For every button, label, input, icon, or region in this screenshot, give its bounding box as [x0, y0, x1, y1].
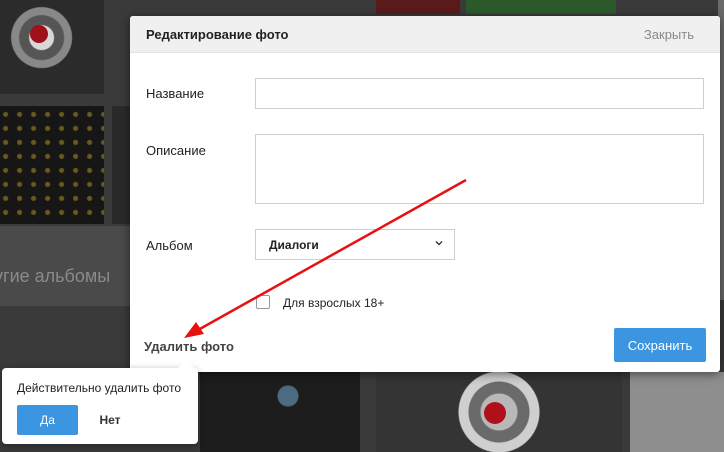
delete-confirm-popover: Действительно удалить фото Да Нет: [2, 360, 198, 444]
photo-thumbnail: [0, 106, 104, 224]
photo-thumbnail: [112, 106, 132, 224]
adult-content-checkbox[interactable]: [256, 295, 270, 309]
close-button[interactable]: Закрыть: [644, 27, 694, 42]
adult-content-label: Для взрослых 18+: [283, 296, 385, 310]
photo-thumbnail: [200, 372, 360, 452]
photo-thumbnail: [466, 0, 616, 14]
save-button[interactable]: Сохранить: [614, 328, 706, 362]
confirm-message: Действительно удалить фото: [17, 381, 181, 395]
chevron-down-icon: [435, 241, 443, 246]
photo-thumbnail: [376, 0, 460, 14]
album-label: Альбом: [146, 238, 193, 253]
popover-pointer: [178, 360, 194, 368]
photo-thumbnail: [0, 0, 104, 94]
description-input[interactable]: [255, 134, 704, 204]
other-albums-label: угие альбомы: [0, 266, 111, 286]
name-label: Название: [146, 86, 205, 101]
description-label: Описание: [146, 143, 206, 158]
edit-photo-dialog: Редактирование фото Закрыть Название Опи…: [130, 16, 720, 372]
photo-thumbnail: [630, 372, 724, 452]
photo-thumbnail: [376, 372, 622, 452]
delete-photo-link[interactable]: Удалить фото: [144, 339, 234, 354]
dialog-title: Редактирование фото: [146, 27, 289, 42]
confirm-no-button[interactable]: Нет: [88, 405, 132, 435]
name-input[interactable]: [255, 78, 704, 109]
album-select[interactable]: Диалоги: [255, 229, 455, 260]
dialog-header: Редактирование фото Закрыть: [130, 16, 720, 53]
confirm-yes-button[interactable]: Да: [17, 405, 78, 435]
album-select-value: Диалоги: [269, 238, 319, 252]
